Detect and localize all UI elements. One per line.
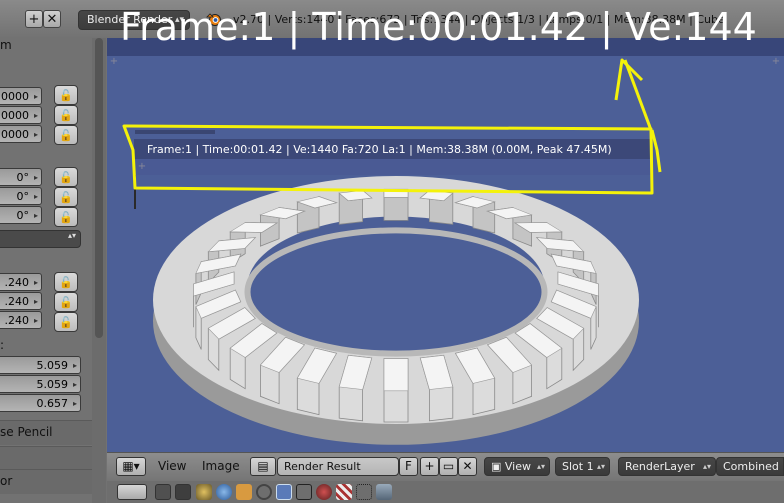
lock-icon: 🔓 bbox=[59, 190, 73, 204]
render-result-viewport[interactable] bbox=[107, 38, 784, 452]
lock-scale-x-button[interactable]: 🔓 bbox=[54, 272, 78, 292]
overlay-edge bbox=[134, 175, 136, 209]
render-stamp-small: Frame:1 | Time:00:01.42 | Ve:1440 Fa:720… bbox=[147, 143, 612, 156]
data-icon[interactable] bbox=[296, 484, 312, 500]
gear-tooth-top bbox=[383, 358, 409, 392]
modifiers-icon[interactable] bbox=[276, 484, 292, 500]
gear-model bbox=[153, 176, 639, 445]
constraints-icon[interactable] bbox=[256, 484, 272, 500]
plus-icon: + bbox=[137, 161, 147, 172]
lock-location-z-button[interactable]: 🔓 bbox=[54, 125, 78, 145]
object-icon[interactable] bbox=[236, 484, 252, 500]
render-stamp-small-edge bbox=[134, 159, 650, 175]
dimension-x-field[interactable]: 5.059 ▸ bbox=[0, 356, 81, 374]
render-layers-icon[interactable] bbox=[175, 484, 191, 500]
lock-icon: 🔓 bbox=[59, 295, 73, 309]
plus-icon: + bbox=[109, 56, 119, 67]
render-icon[interactable] bbox=[155, 484, 171, 500]
scale-x-field[interactable]: .240 ▸ bbox=[0, 273, 42, 291]
lock-rotation-x-button[interactable]: 🔓 bbox=[54, 167, 78, 187]
image-name-field[interactable]: Render Result bbox=[277, 457, 399, 476]
panel-cut-label: m bbox=[0, 38, 12, 52]
panel-header[interactable] bbox=[0, 446, 92, 469]
view-icon: ▣ bbox=[491, 460, 505, 473]
lock-location-y-button[interactable]: 🔓 bbox=[54, 105, 78, 125]
material-icon[interactable] bbox=[316, 484, 332, 500]
render-stamp-large: Frame:1 | Time:00:01.42 | Ve:144 bbox=[120, 5, 757, 49]
location-x-field[interactable]: 0000 ▸ bbox=[0, 87, 42, 105]
plus-icon: + bbox=[28, 11, 40, 27]
editor-type-button[interactable]: ▦▾ bbox=[116, 457, 146, 476]
overlay-edge bbox=[135, 130, 215, 134]
scrollbar-thumb[interactable] bbox=[95, 38, 103, 338]
particles-icon[interactable] bbox=[356, 484, 372, 500]
render-pass-dropdown[interactable]: Combined bbox=[716, 457, 784, 476]
lock-icon: 🔓 bbox=[59, 88, 73, 102]
physics-icon[interactable] bbox=[376, 484, 392, 500]
lock-location-x-button[interactable]: 🔓 bbox=[54, 85, 78, 105]
open-image-button[interactable]: ▭ bbox=[439, 457, 458, 476]
display-mode-dropdown[interactable]: ▣ View ▴▾ bbox=[484, 457, 550, 476]
plus-icon: + bbox=[424, 459, 435, 473]
panel-cut-label: or bbox=[0, 474, 13, 488]
add-screen-button[interactable]: + bbox=[25, 10, 43, 28]
image-menu[interactable]: Image bbox=[202, 459, 240, 473]
scene-icon[interactable] bbox=[196, 484, 212, 500]
grease-pencil-label: se Pencil bbox=[0, 425, 53, 439]
close-icon: ✕ bbox=[462, 459, 473, 473]
dimension-y-field[interactable]: 5.059 ▸ bbox=[0, 375, 81, 393]
dimensions-cut-label: : bbox=[0, 338, 5, 352]
lock-icon: 🔓 bbox=[59, 108, 73, 122]
lock-icon: 🔓 bbox=[59, 275, 73, 289]
close-icon: ✕ bbox=[46, 11, 58, 27]
editor-type-button[interactable] bbox=[117, 484, 147, 500]
lock-rotation-y-button[interactable]: 🔓 bbox=[54, 187, 78, 207]
browse-image-button[interactable]: ▤ bbox=[250, 457, 276, 476]
image-browse-icon: ▤ bbox=[257, 459, 269, 473]
properties-scrollbar[interactable] bbox=[92, 38, 106, 503]
lock-icon: 🔓 bbox=[59, 128, 73, 142]
location-y-field[interactable]: 0000 ▸ bbox=[0, 106, 42, 124]
rotation-mode-dropdown[interactable]: ▴▾ bbox=[0, 230, 81, 248]
scale-z-field[interactable]: .240 ▸ bbox=[0, 311, 42, 329]
lock-scale-z-button[interactable]: 🔓 bbox=[54, 312, 78, 332]
plus-icon: + bbox=[771, 56, 781, 67]
location-z-field[interactable]: 0000 ▸ bbox=[0, 125, 42, 143]
dimension-z-field[interactable]: 0.657 ▸ bbox=[0, 394, 81, 412]
lock-icon: 🔓 bbox=[59, 170, 73, 184]
rotation-z-field[interactable]: 0° ▸ bbox=[0, 206, 42, 224]
rotation-x-field[interactable]: 0° ▸ bbox=[0, 168, 42, 186]
view-menu[interactable]: View bbox=[158, 459, 186, 473]
rotation-y-field[interactable]: 0° ▸ bbox=[0, 187, 42, 205]
panel-header[interactable] bbox=[0, 469, 92, 494]
lock-rotation-z-button[interactable]: 🔓 bbox=[54, 207, 78, 227]
folder-icon: ▭ bbox=[442, 459, 455, 473]
texture-icon[interactable] bbox=[336, 484, 352, 500]
render-layer-dropdown[interactable]: RenderLayer ▴▾ bbox=[618, 457, 716, 476]
delete-screen-button[interactable]: ✕ bbox=[43, 10, 61, 28]
updown-arrow-icon: ▴▾ bbox=[67, 231, 76, 240]
new-image-button[interactable]: + bbox=[420, 457, 439, 476]
lock-scale-y-button[interactable]: 🔓 bbox=[54, 292, 78, 312]
scale-y-field[interactable]: .240 ▸ bbox=[0, 292, 42, 310]
lock-icon: 🔓 bbox=[59, 210, 73, 224]
world-icon[interactable] bbox=[216, 484, 232, 500]
unlink-image-button[interactable]: ✕ bbox=[458, 457, 477, 476]
gear-tooth-top bbox=[383, 188, 409, 198]
slot-dropdown[interactable]: Slot 1 ▴▾ bbox=[555, 457, 610, 476]
gear-render bbox=[153, 176, 639, 445]
lock-icon: 🔓 bbox=[59, 315, 73, 329]
image-editor-icon: ▦▾ bbox=[122, 459, 140, 473]
fake-user-button[interactable]: F bbox=[399, 457, 418, 476]
